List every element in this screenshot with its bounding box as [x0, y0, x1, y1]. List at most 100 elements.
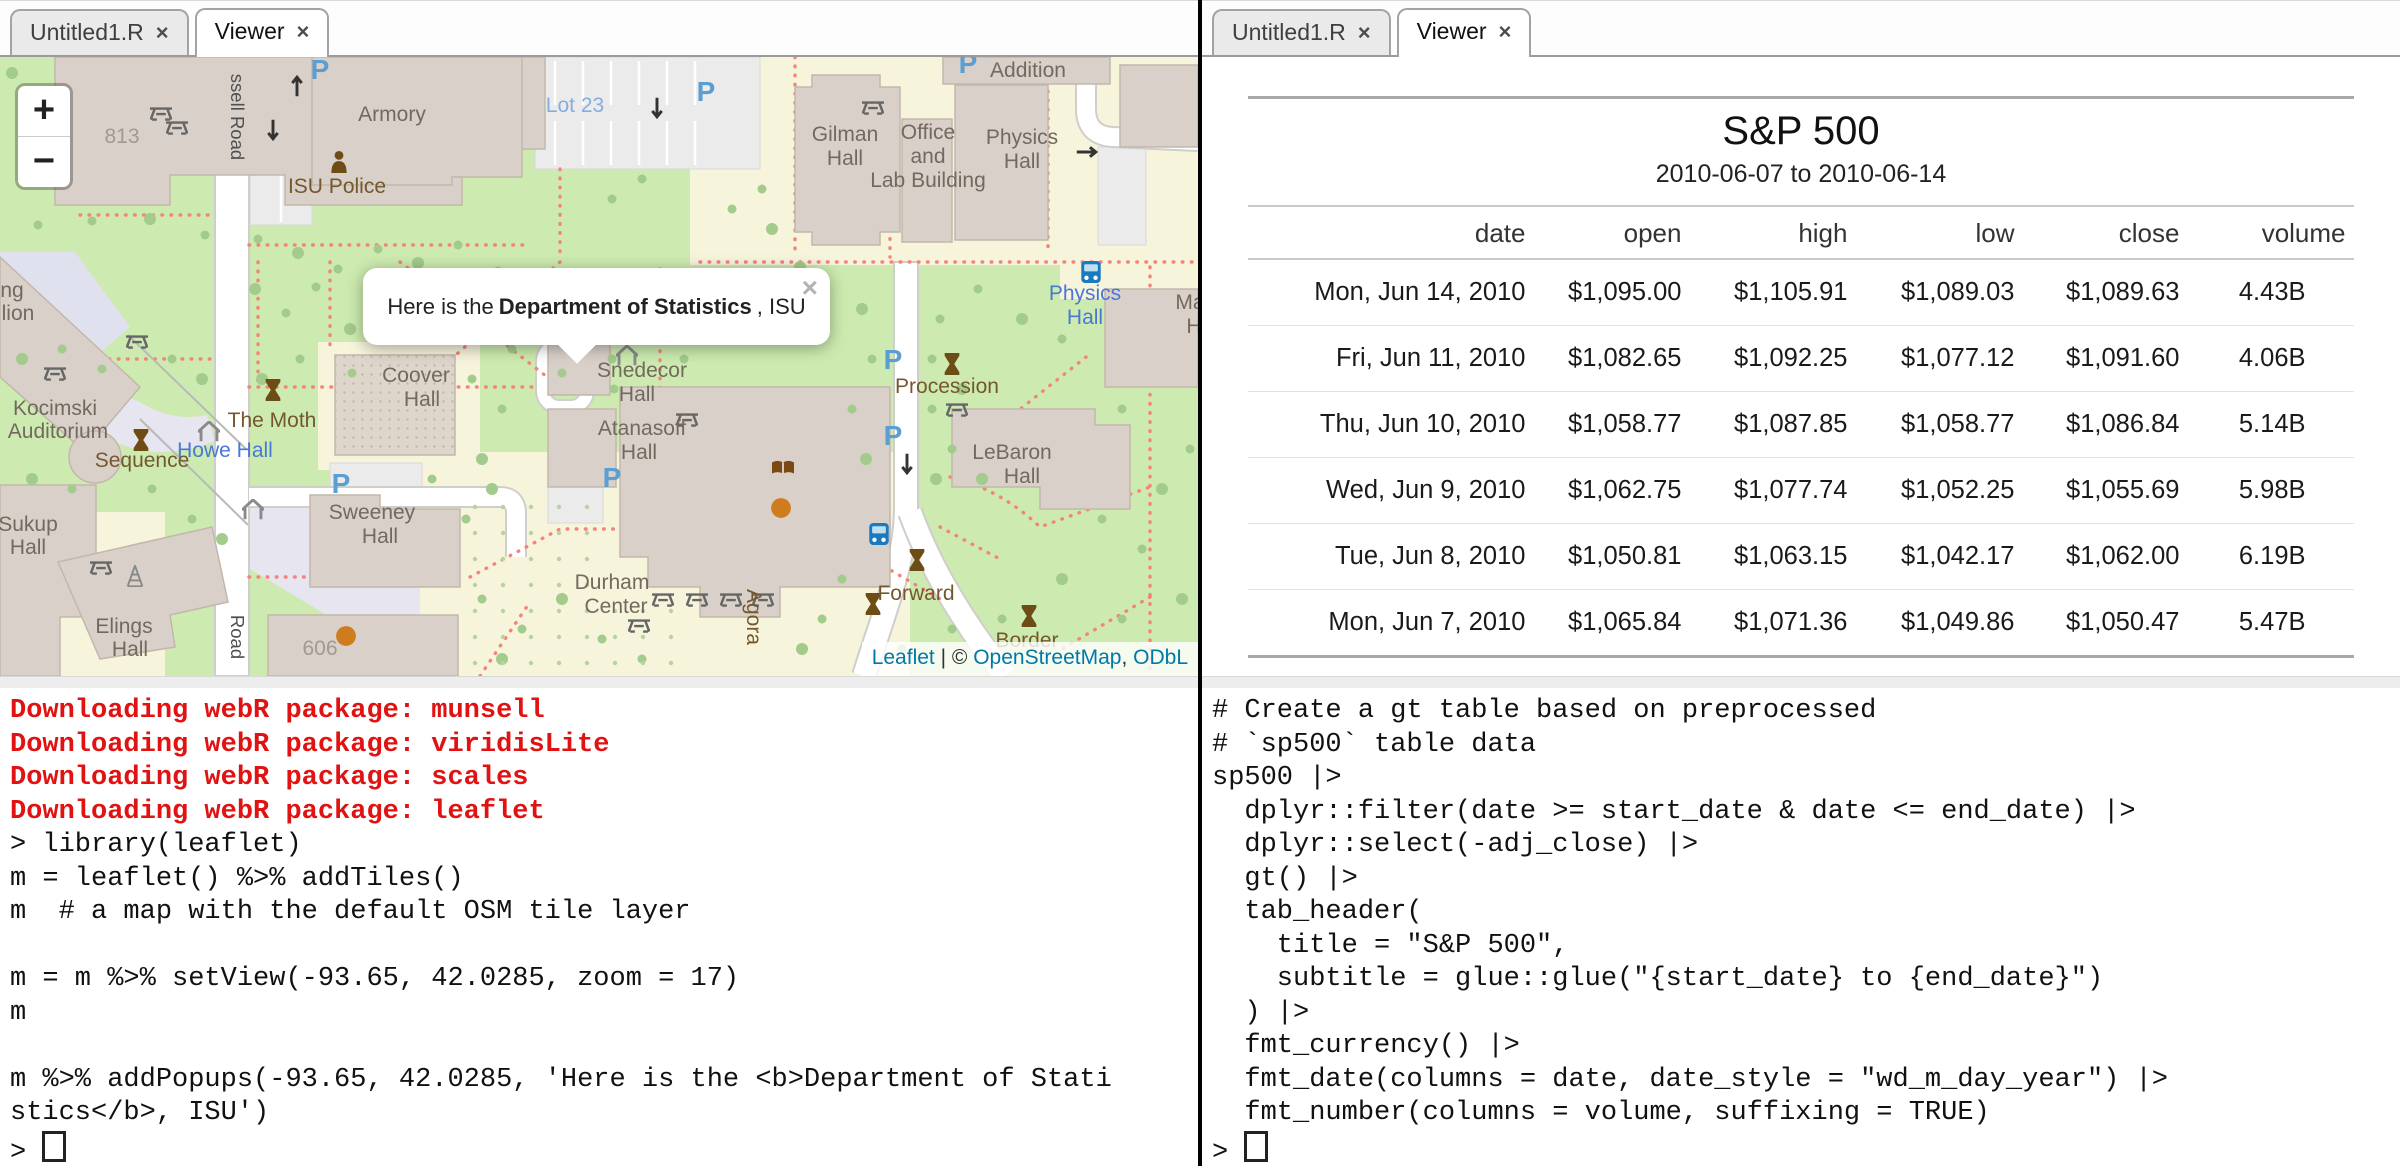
viewer-console-divider	[0, 676, 1198, 688]
map-label: Ma	[1175, 291, 1198, 314]
table-cell: $1,089.03	[1855, 259, 2022, 326]
table-cell: 5.14B	[2187, 392, 2353, 458]
leaflet-map[interactable]: 813ssell RoadArmoryISU PoliceLot 23PPPAd…	[0, 57, 1198, 676]
tab-label: Untitled1.R	[1232, 19, 1346, 46]
table-cell: $1,071.36	[1689, 590, 1855, 657]
table-cell: $1,086.84	[2022, 392, 2187, 458]
map-label: Hall	[621, 441, 657, 464]
left-console[interactable]: Downloading webR package: munsellDownloa…	[0, 688, 1198, 1166]
right-console[interactable]: # Create a gt table based on preprocesse…	[1202, 688, 2400, 1166]
map-label: Hall	[1067, 306, 1103, 329]
console-line: Downloading webR package: scales	[10, 762, 1198, 796]
map-label: Sequence	[95, 449, 190, 472]
table-title: S&P 500	[1248, 98, 2353, 157]
map-label: Lab Building	[870, 169, 986, 192]
console-cursor[interactable]	[42, 1131, 66, 1162]
book-icon	[772, 461, 794, 474]
map-label: P	[884, 344, 903, 375]
console-line: >	[10, 1131, 1198, 1165]
tab-untitled1[interactable]: Untitled1.R ×	[10, 9, 189, 55]
app-window: Untitled1.R × Viewer ×	[0, 0, 2400, 1166]
close-icon[interactable]: ×	[297, 21, 310, 43]
table-cell: $1,049.86	[1855, 590, 2022, 657]
zoom-out-button[interactable]: −	[18, 136, 70, 187]
table-cell: 5.47B	[2187, 590, 2353, 657]
console-cursor[interactable]	[1244, 1131, 1268, 1162]
console-line: m	[10, 997, 1198, 1031]
table-cell: Mon, Jun 7, 2010	[1248, 590, 1533, 657]
popup-text: Here is the	[387, 294, 493, 320]
table-cell: 6.19B	[2187, 524, 2353, 590]
odbl-link[interactable]: ODbL	[1133, 646, 1188, 669]
map-label: Hall	[827, 147, 863, 170]
map-label: and	[910, 145, 945, 168]
map-label: Forward	[877, 582, 954, 605]
table-cell: $1,082.65	[1533, 326, 1689, 392]
map-label: Kocimski	[13, 397, 97, 420]
table-cell: 5.98B	[2187, 458, 2353, 524]
zoom-in-button[interactable]: +	[18, 86, 70, 136]
map-label: Physics	[986, 126, 1058, 149]
right-console-lines: # Create a gt table based on preprocesse…	[1212, 695, 2400, 1164]
close-icon[interactable]: ×	[156, 22, 169, 44]
leaflet-link[interactable]: Leaflet	[872, 646, 935, 669]
table-cell: $1,077.12	[1855, 326, 2022, 392]
attribution-separator: | ©	[935, 646, 973, 669]
dot-icon	[771, 498, 791, 518]
console-line: m = leaflet() %>% addTiles()	[10, 863, 1198, 897]
console-line: Downloading webR package: viridisLite	[10, 729, 1198, 763]
map-zoom-control: + −	[15, 83, 73, 190]
map-label: Agora	[742, 589, 765, 645]
table-cell: $1,050.47	[2022, 590, 2187, 657]
console-line: m # a map with the default OSM tile laye…	[10, 896, 1198, 930]
console-line: m = m %>% setView(-93.65, 42.0285, zoom …	[10, 963, 1198, 997]
map-label: Center	[584, 595, 647, 618]
table-cell: 4.06B	[2187, 326, 2353, 392]
table-cell: $1,052.25	[1855, 458, 2022, 524]
map-attribution: Leaflet | © OpenStreetMap, ODbL	[862, 642, 1198, 676]
column-header-high: high	[1689, 206, 1855, 259]
map-label: Sukup	[0, 513, 58, 536]
map-label: 606	[302, 637, 337, 660]
gt-table-viewer: S&P 500 2010-06-07 to 2010-06-14 dateope…	[1202, 57, 2400, 676]
map-label: Armory	[358, 103, 426, 126]
close-icon[interactable]: ×	[1499, 21, 1512, 43]
table-cell: $1,062.75	[1533, 458, 1689, 524]
table-cell: $1,062.00	[2022, 524, 2187, 590]
console-line	[10, 930, 1198, 964]
console-line: stics</b>, ISU')	[10, 1097, 1198, 1131]
table-row: Tue, Jun 8, 2010$1,050.81$1,063.15$1,042…	[1248, 524, 2353, 590]
table-cell: $1,042.17	[1855, 524, 2022, 590]
table-cell: Mon, Jun 14, 2010	[1248, 259, 1533, 326]
console-line: fmt_currency() |>	[1212, 1030, 2400, 1064]
table-cell: Fri, Jun 11, 2010	[1248, 326, 1533, 392]
map-label: Coover	[382, 364, 450, 387]
popup-close-icon[interactable]: ×	[802, 274, 818, 302]
tab-untitled1[interactable]: Untitled1.R ×	[1212, 9, 1391, 55]
close-icon[interactable]: ×	[1358, 22, 1371, 44]
table-row: Mon, Jun 14, 2010$1,095.00$1,105.91$1,08…	[1248, 259, 2353, 326]
right-tabbar: Untitled1.R × Viewer ×	[1202, 0, 2400, 57]
table-row: Fri, Jun 11, 2010$1,082.65$1,092.25$1,07…	[1248, 326, 2353, 392]
table-cell: $1,063.15	[1689, 524, 1855, 590]
map-label: ssell Road	[227, 74, 248, 160]
map-label: Auditorium	[8, 420, 108, 443]
table-cell: $1,095.00	[1533, 259, 1689, 326]
table-cell: 4.43B	[2187, 259, 2353, 326]
map-label: Durham	[575, 571, 650, 594]
tab-viewer[interactable]: Viewer ×	[195, 8, 330, 57]
table-cell: Tue, Jun 8, 2010	[1248, 524, 1533, 590]
tab-viewer[interactable]: Viewer ×	[1397, 8, 1532, 57]
map-popup: Here is the Department of Statistics , I…	[363, 268, 830, 345]
map-label: Road	[227, 615, 248, 659]
openstreetmap-link[interactable]: OpenStreetMap	[973, 646, 1121, 669]
map-label: Hall	[619, 383, 655, 406]
console-line: fmt_date(columns = date, date_style = "w…	[1212, 1064, 2400, 1098]
attribution-comma: ,	[1121, 646, 1133, 669]
dot-icon	[336, 626, 356, 646]
bus-icon	[1081, 261, 1100, 283]
map-label: Hall	[362, 525, 398, 548]
viewer-console-divider	[1202, 676, 2400, 688]
column-header-date: date	[1248, 206, 1533, 259]
console-line: Downloading webR package: leaflet	[10, 796, 1198, 830]
